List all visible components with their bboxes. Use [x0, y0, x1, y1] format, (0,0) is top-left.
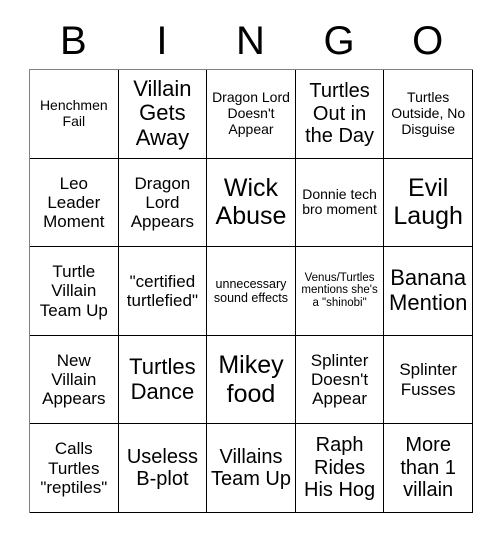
bingo-row: Calls Turtles "reptiles" Useless B-plot … — [30, 424, 473, 513]
bingo-cell-label: Raph Rides His Hog — [304, 434, 376, 502]
bingo-header-row: B I N G O — [29, 12, 472, 69]
bingo-cell-i5[interactable]: Useless B-plot — [118, 424, 208, 513]
bingo-cell-g3[interactable]: Venus/Turtles mentions she's a "shinobi" — [295, 247, 385, 336]
bingo-cell-g1[interactable]: Turtles Out in the Day — [295, 70, 385, 159]
bingo-cell-label: unnecessary sound effects — [213, 276, 289, 305]
bingo-row: Henchmen Fail Villain Gets Away Dragon L… — [30, 70, 473, 159]
bingo-cell-label: Turtles Outside, No Disguise — [391, 89, 466, 137]
bingo-cell-g2[interactable]: Donnie tech bro moment — [295, 158, 385, 248]
bingo-cell-label: Useless B-plot — [126, 445, 198, 491]
bingo-cell-label: Turtles Out in the Day — [305, 79, 375, 148]
bingo-header-letter-g: G — [323, 18, 355, 63]
bingo-cell-label: New Villain Appears — [42, 350, 106, 409]
bingo-cell-n4[interactable]: Mikey food — [207, 335, 296, 425]
bingo-cell-n3[interactable]: unnecessary sound effects — [207, 247, 296, 336]
bingo-cell-o5[interactable]: More than 1 villain — [384, 424, 473, 513]
bingo-cell-label: Leo Leader Moment — [43, 173, 105, 231]
bingo-cell-b3[interactable]: Turtle Villain Team Up — [30, 247, 119, 336]
bingo-header-letter-n: N — [236, 18, 265, 63]
bingo-cell-n5[interactable]: Villains Team Up — [207, 424, 296, 513]
bingo-cell-label: Villains Team Up — [210, 445, 291, 491]
bingo-cell-o2[interactable]: Evil Laugh — [384, 158, 473, 248]
bingo-cell-g5[interactable]: Raph Rides His Hog — [295, 424, 385, 513]
bingo-cell-label: More than 1 villain — [400, 434, 456, 502]
bingo-cell-label: Dragon Lord Appears — [130, 173, 195, 231]
bingo-cell-label: Mikey food — [218, 351, 284, 408]
bingo-row: Turtle Villain Team Up "certified turtle… — [30, 247, 473, 336]
bingo-cell-label: Venus/Turtles mentions she's a "shinobi" — [301, 271, 378, 310]
bingo-grid: Henchmen Fail Villain Gets Away Dragon L… — [29, 69, 473, 513]
bingo-cell-i3[interactable]: "certified turtlefied" — [118, 247, 208, 336]
bingo-cell-label: Splinter Doesn't Appear — [310, 350, 369, 409]
bingo-cell-label: Wick Abuse — [215, 174, 287, 231]
bingo-header-letter-i: I — [156, 18, 168, 63]
bingo-cell-label: Banana Mention — [389, 265, 468, 315]
bingo-cell-label: "certified turtlefied" — [126, 271, 199, 310]
bingo-cell-o3[interactable]: Banana Mention — [384, 247, 473, 336]
bingo-row: Leo Leader Moment Dragon Lord Appears Wi… — [30, 158, 473, 248]
bingo-cell-label: Dragon Lord Doesn't Appear — [212, 89, 290, 137]
bingo-card: B I N G O Henchmen Fail Villain Gets Awa… — [29, 12, 473, 513]
bingo-row: New Villain Appears Turtles Dance Mikey … — [30, 335, 473, 425]
bingo-cell-i4[interactable]: Turtles Dance — [118, 335, 208, 425]
bingo-header-letter-b: B — [59, 18, 87, 63]
bingo-cell-n1[interactable]: Dragon Lord Doesn't Appear — [207, 70, 296, 159]
bingo-cell-o4[interactable]: Splinter Fusses — [384, 335, 473, 425]
bingo-cell-label: Splinter Fusses — [399, 360, 457, 399]
bingo-cell-label: Turtles Dance — [129, 353, 196, 404]
bingo-cell-i2[interactable]: Dragon Lord Appears — [118, 158, 208, 248]
bingo-cell-b1[interactable]: Henchmen Fail — [30, 70, 119, 159]
bingo-cell-label: Evil Laugh — [393, 174, 463, 231]
bingo-cell-label: Henchmen Fail — [39, 96, 108, 129]
bingo-cell-o1[interactable]: Turtles Outside, No Disguise — [384, 70, 473, 159]
bingo-cell-b4[interactable]: New Villain Appears — [30, 335, 119, 425]
bingo-cell-b5[interactable]: Calls Turtles "reptiles" — [30, 424, 119, 513]
bingo-cell-label: Calls Turtles "reptiles" — [40, 439, 108, 497]
bingo-cell-n2[interactable]: Wick Abuse — [207, 158, 296, 248]
bingo-cell-label: Turtle Villain Team Up — [39, 262, 108, 320]
bingo-cell-label: Villain Gets Away — [133, 75, 192, 151]
bingo-cell-label: Donnie tech bro moment — [302, 185, 377, 218]
bingo-cell-i1[interactable]: Villain Gets Away — [118, 70, 208, 159]
bingo-cell-g4[interactable]: Splinter Doesn't Appear — [295, 335, 385, 425]
bingo-cell-b2[interactable]: Leo Leader Moment — [30, 158, 119, 248]
bingo-header-letter-o: O — [412, 18, 444, 63]
